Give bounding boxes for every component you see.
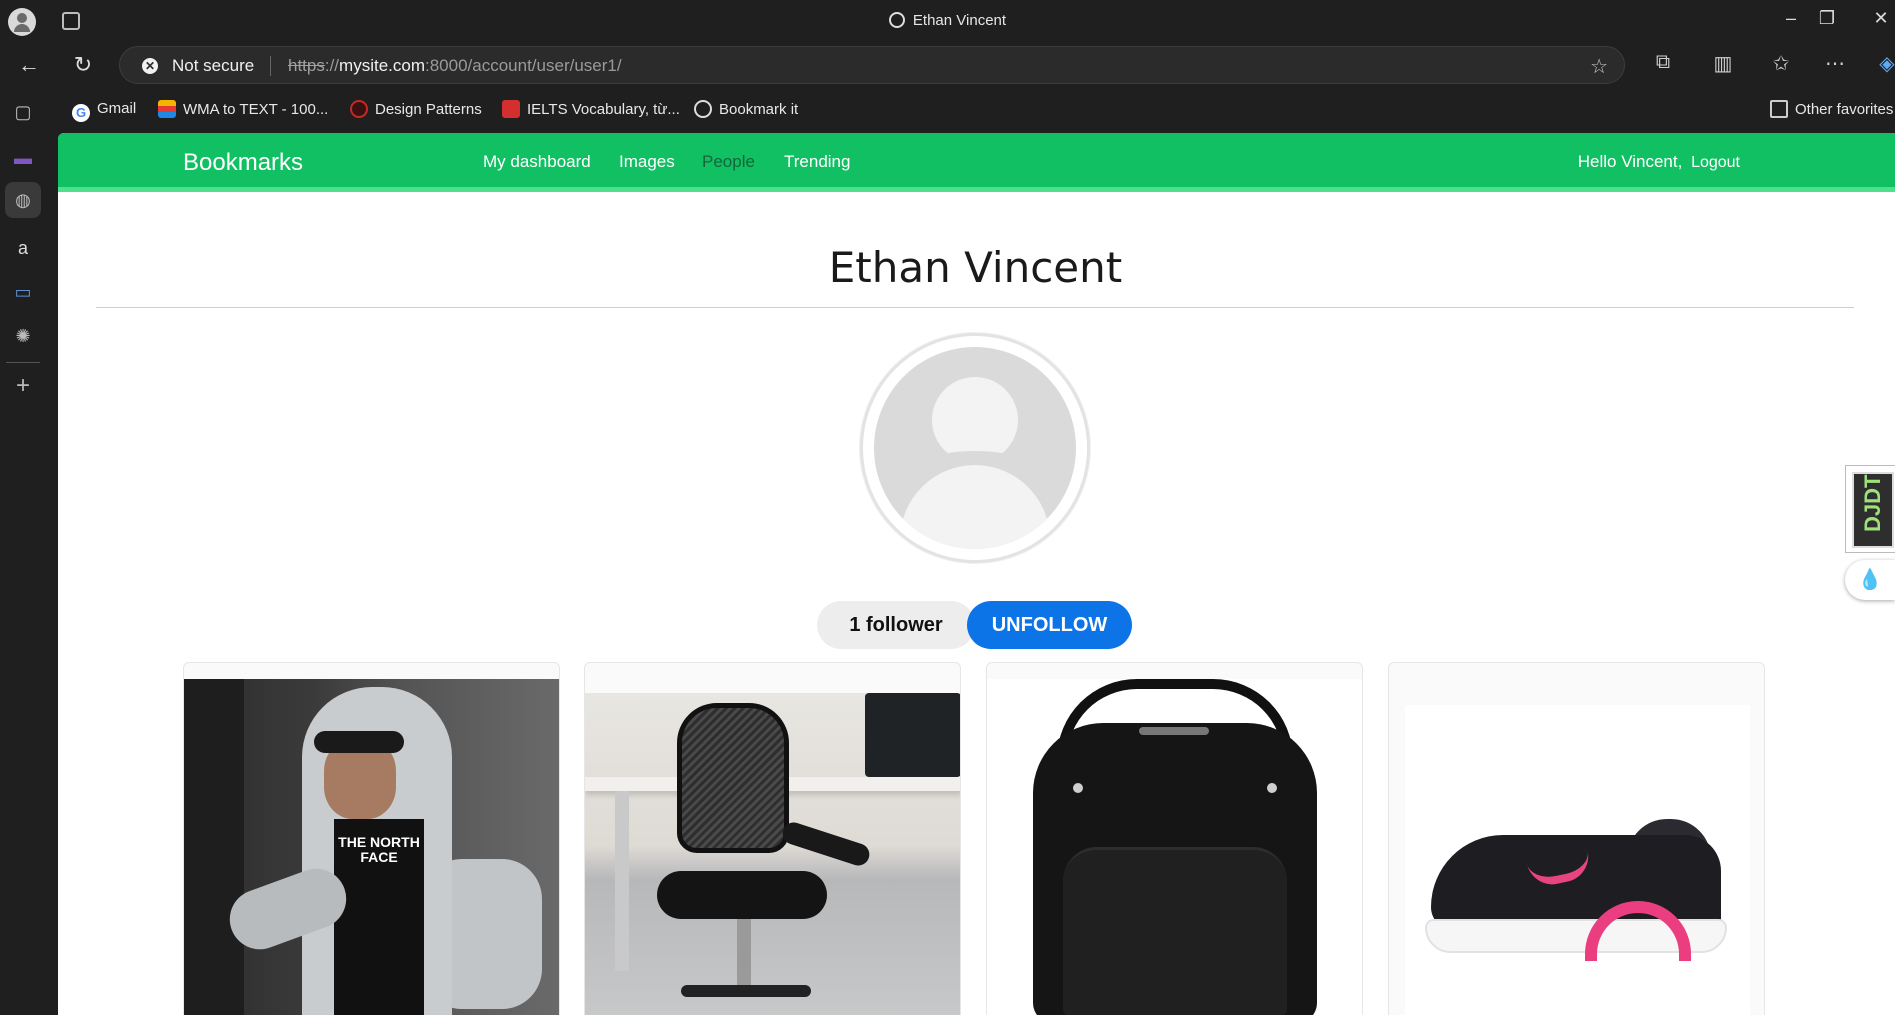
refresh-icon[interactable]: ↻ [68,50,98,80]
bookmark-gmail[interactable]: G Gmail [72,100,136,122]
sidebar-divider [6,362,40,363]
folder-icon [1770,100,1788,118]
copilot-icon[interactable]: ◈ [1872,51,1895,76]
logout-link[interactable]: Logout [1691,154,1740,171]
favorites-icon[interactable]: ✩ [1766,51,1796,76]
vertical-sidebar: ▢ ▬ ◍ a ▭ ✺ + [0,88,47,1015]
avatar [860,333,1090,563]
google-icon: G [72,104,90,122]
window-title: Ethan Vincent [0,12,1895,29]
sidebar-app-icon[interactable]: ▬ [11,146,35,170]
not-secure-icon[interactable]: ✕ [142,58,158,74]
browser-window: Ethan Vincent – ❐ ✕ ← ↻ ✕ Not secure htt… [0,0,1895,1015]
design-patterns-icon [350,100,368,118]
office-chair-image[interactable] [585,693,960,1015]
bookmark-bookmark-it[interactable]: Bookmark it [694,100,798,118]
title-bar: Ethan Vincent – ❐ ✕ [0,0,1895,42]
title-divider [96,307,1854,308]
unfollow-button[interactable]: UNFOLLOW [967,601,1132,649]
wma-icon [158,100,176,118]
sidebar-panel-icon[interactable]: ▢ [11,100,35,124]
default-user-icon [874,347,1076,549]
image-card[interactable] [986,662,1363,1015]
minimize-icon[interactable]: – [1776,8,1806,29]
shirt-print: THE NORTH FACE [334,819,424,1015]
menu-trending[interactable]: Trending [784,152,850,172]
droplet-extension-icon[interactable]: 💧 [1845,560,1895,600]
sidebar-globe-icon[interactable]: ◍ [5,182,41,218]
django-debug-toolbar-handle[interactable]: DJDT [1845,465,1895,553]
favorite-star-icon[interactable]: ☆ [1590,54,1608,79]
address-bar[interactable]: ✕ Not secure https://mysite.com:8000/acc… [119,46,1625,84]
bookmark-wma[interactable]: WMA to TEXT - 100... [158,100,328,118]
split-screen-icon[interactable]: ▥ [1708,51,1738,76]
hoodie-image[interactable]: THE NORTH FACE [184,679,559,1015]
openai-icon[interactable]: ✺ [11,324,35,348]
image-card[interactable] [1388,662,1765,1015]
other-favorites[interactable]: Other favorites [1770,100,1893,118]
site-header: Bookmarks My dashboard Images People Tre… [58,133,1895,192]
more-menu-icon[interactable]: ⋯ [1820,51,1850,76]
amazon-icon[interactable]: a [11,236,35,260]
image-card[interactable] [584,662,961,1015]
extensions-icon[interactable]: ⧉ [1648,51,1678,74]
menu-dashboard[interactable]: My dashboard [483,152,591,172]
user-area: Hello Vincent, Logout [1578,152,1740,172]
site-brand[interactable]: Bookmarks [183,149,303,177]
close-icon[interactable]: ✕ [1866,8,1895,29]
menu-images[interactable]: Images [619,152,675,172]
terminal-icon[interactable]: ▭ [11,280,35,304]
navigation-bar: ← ↻ ✕ Not secure https://mysite.com:8000… [0,42,1895,88]
address-separator [270,56,271,76]
bookmark-design-patterns[interactable]: Design Patterns [350,100,482,118]
page-viewport: Bookmarks My dashboard Images People Tre… [58,133,1895,1015]
image-card[interactable]: THE NORTH FACE [183,662,560,1015]
url-text[interactable]: https://mysite.com:8000/account/user/use… [288,56,622,76]
restore-icon[interactable]: ❐ [1812,8,1842,29]
backpack-image[interactable] [987,679,1362,1015]
globe-icon [694,100,712,118]
globe-icon [888,12,905,28]
menu-people[interactable]: People [702,152,755,172]
add-icon[interactable]: + [11,374,35,398]
back-icon[interactable]: ← [14,50,44,80]
bookmark-ielts[interactable]: IELTS Vocabulary, từ... [502,100,680,118]
bookmarks-bar: G Gmail WMA to TEXT - 100... Design Patte… [0,88,1895,133]
greeting: Hello Vincent, [1577,152,1683,171]
sneaker-image[interactable] [1405,705,1750,1015]
security-label[interactable]: Not secure [172,56,254,76]
follower-count: 1 follower [817,601,975,649]
page-title: Ethan Vincent [828,243,1123,292]
ielts-icon [502,100,520,118]
